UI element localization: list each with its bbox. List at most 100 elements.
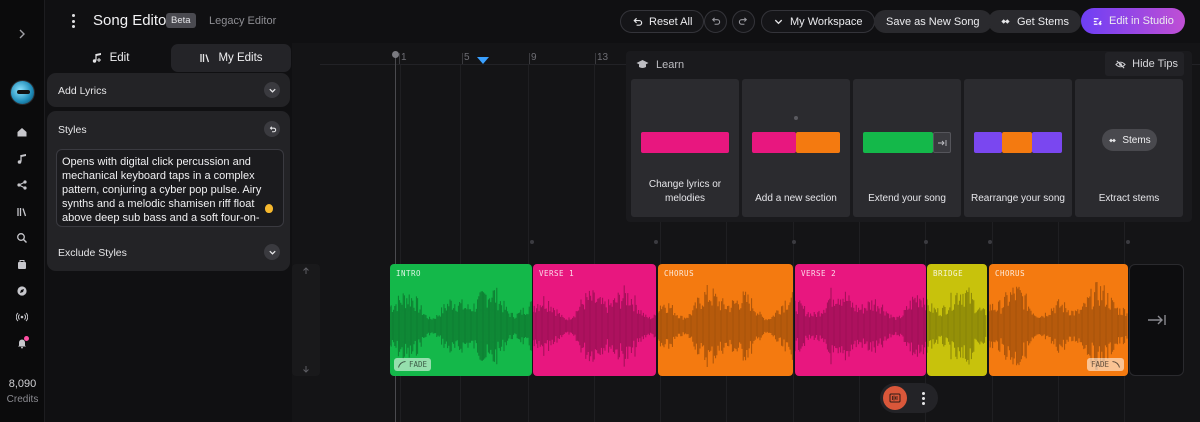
- stems-pill-label: Stems: [1122, 134, 1151, 146]
- expand-sidebar-icon[interactable]: [14, 26, 30, 42]
- search-icon[interactable]: [14, 230, 30, 246]
- ruler-tick-mark: [399, 53, 400, 64]
- undo-arrow-icon: [633, 17, 643, 26]
- tip-add-section[interactable]: Add a new section: [742, 79, 850, 217]
- arrow-down-icon[interactable]: [301, 364, 311, 374]
- clip-chorus-1[interactable]: CHORUS: [658, 264, 793, 376]
- styles-textarea[interactable]: Opens with digital click percussion and …: [56, 149, 284, 227]
- studio-icon: [1093, 17, 1102, 25]
- tip-caption: Change lyrics or melodies: [648, 179, 722, 204]
- fade-in-icon: [398, 361, 406, 368]
- tip-extend-song[interactable]: Extend your song: [853, 79, 961, 217]
- vertical-scroll[interactable]: [292, 264, 320, 376]
- library-icon: [200, 54, 210, 63]
- undo-button[interactable]: [704, 10, 727, 33]
- fade-in-handle[interactable]: FADE: [394, 358, 432, 371]
- edit-in-studio-button[interactable]: Edit in Studio: [1081, 8, 1185, 34]
- get-stems-button[interactable]: Get Stems: [988, 10, 1081, 33]
- fade-label: FADE: [409, 360, 428, 369]
- legacy-editor-link[interactable]: Legacy Editor: [209, 15, 276, 27]
- section-swatch: [1002, 132, 1032, 153]
- waveform: [989, 282, 1128, 370]
- tip-extract-stems[interactable]: Stems Extract stems: [1075, 79, 1183, 217]
- chevron-down-icon: [774, 19, 783, 25]
- workspace-dropdown[interactable]: My Workspace: [761, 10, 875, 33]
- clip-label: CHORUS: [664, 269, 695, 278]
- tab-my-edits[interactable]: My Edits: [171, 44, 291, 72]
- save-as-new-song-button[interactable]: Save as New Song: [874, 10, 992, 33]
- tab-edit[interactable]: Edit: [49, 44, 171, 72]
- hide-tips-button[interactable]: Hide Tips: [1105, 52, 1184, 76]
- music-note-icon[interactable]: [14, 151, 30, 167]
- clip-label: CHORUS: [995, 269, 1026, 278]
- tip-rearrange-song[interactable]: Rearrange your song: [964, 79, 1072, 217]
- reset-all-label: Reset All: [649, 15, 693, 28]
- beta-badge: Beta: [166, 13, 196, 28]
- section-swatch: [641, 132, 729, 153]
- redo-button[interactable]: [732, 10, 755, 33]
- tip-caption: Rearrange your song: [971, 193, 1065, 204]
- chevron-down-icon[interactable]: [264, 244, 280, 260]
- grid-dot: [654, 240, 658, 244]
- credits-value: 8,090: [8, 378, 37, 390]
- record-button[interactable]: [883, 386, 907, 410]
- chevron-down-icon[interactable]: [264, 82, 280, 98]
- compass-icon[interactable]: [14, 283, 30, 299]
- position-marker[interactable]: [477, 57, 489, 64]
- arrow-right-to-bar-icon: [1147, 315, 1166, 325]
- waveform: [533, 285, 656, 367]
- stems-pill: Stems: [1102, 129, 1157, 151]
- radio-icon[interactable]: [14, 309, 30, 325]
- learn-label: Learn: [656, 59, 685, 71]
- save-as-new-song-label: Save as New Song: [886, 15, 980, 28]
- redo-icon: [738, 17, 748, 25]
- waveform: [390, 287, 532, 365]
- notification-badge: [24, 336, 29, 341]
- exclude-styles-label: Exclude Styles: [58, 247, 127, 259]
- section-swatch: [1032, 132, 1062, 153]
- ruler-tick: 5: [464, 52, 470, 63]
- get-stems-label: Get Stems: [1017, 15, 1069, 28]
- clip-intro[interactable]: INTRO FADE: [390, 264, 532, 376]
- tip-change-lyrics[interactable]: Change lyrics or melodies: [631, 79, 739, 217]
- reset-styles-icon[interactable]: [264, 121, 280, 137]
- styles-label: Styles: [58, 124, 87, 136]
- clip-verse-2[interactable]: VERSE 2: [795, 264, 926, 376]
- avatar[interactable]: [10, 80, 35, 105]
- page-title: Song Editor: [93, 12, 172, 29]
- clip-bridge[interactable]: BRIDGE: [927, 264, 987, 376]
- playhead-handle[interactable]: [392, 51, 399, 58]
- grid-dot: [1126, 240, 1130, 244]
- share-nodes-icon[interactable]: [14, 177, 30, 193]
- extend-slot: [933, 132, 951, 153]
- add-lyrics-label: Add Lyrics: [58, 85, 107, 97]
- credits-label: Credits: [6, 394, 39, 405]
- add-lyrics-section[interactable]: Add Lyrics: [47, 73, 290, 107]
- clip-chorus-2[interactable]: CHORUS FADE: [989, 264, 1128, 376]
- tab-edit-label: Edit: [109, 52, 130, 64]
- waveform: [795, 287, 926, 365]
- clip-label: VERSE 2: [801, 269, 837, 278]
- home-icon[interactable]: [14, 124, 30, 140]
- tip-caption: Extract stems: [1098, 193, 1160, 204]
- tips-header: Learn Hide Tips: [626, 51, 1192, 77]
- tips-panel: Learn Hide Tips Change lyrics or melodie…: [626, 51, 1192, 222]
- more-options-icon[interactable]: [915, 390, 931, 406]
- fade-out-handle[interactable]: FADE: [1086, 358, 1124, 371]
- section-swatch: [974, 132, 1002, 153]
- ruler-tick: 9: [531, 52, 537, 63]
- library-icon[interactable]: [14, 204, 30, 220]
- reset-all-button[interactable]: Reset All: [620, 10, 705, 33]
- stems-icon: [1001, 19, 1010, 24]
- tip-caption: Extend your song: [868, 193, 946, 204]
- kebab-menu-icon[interactable]: [69, 12, 77, 30]
- arrow-up-icon[interactable]: [301, 266, 311, 276]
- panel-tabs: Edit My Edits: [49, 44, 291, 72]
- ruler-tick-mark: [462, 53, 463, 64]
- extend-song-slot[interactable]: [1129, 264, 1184, 376]
- section-swatch: [752, 132, 796, 153]
- clip-verse-1[interactable]: VERSE 1: [533, 264, 656, 376]
- inbox-icon[interactable]: [14, 257, 30, 273]
- exclude-styles-section[interactable]: Exclude Styles: [47, 235, 290, 271]
- clip-toolbar: [880, 383, 938, 413]
